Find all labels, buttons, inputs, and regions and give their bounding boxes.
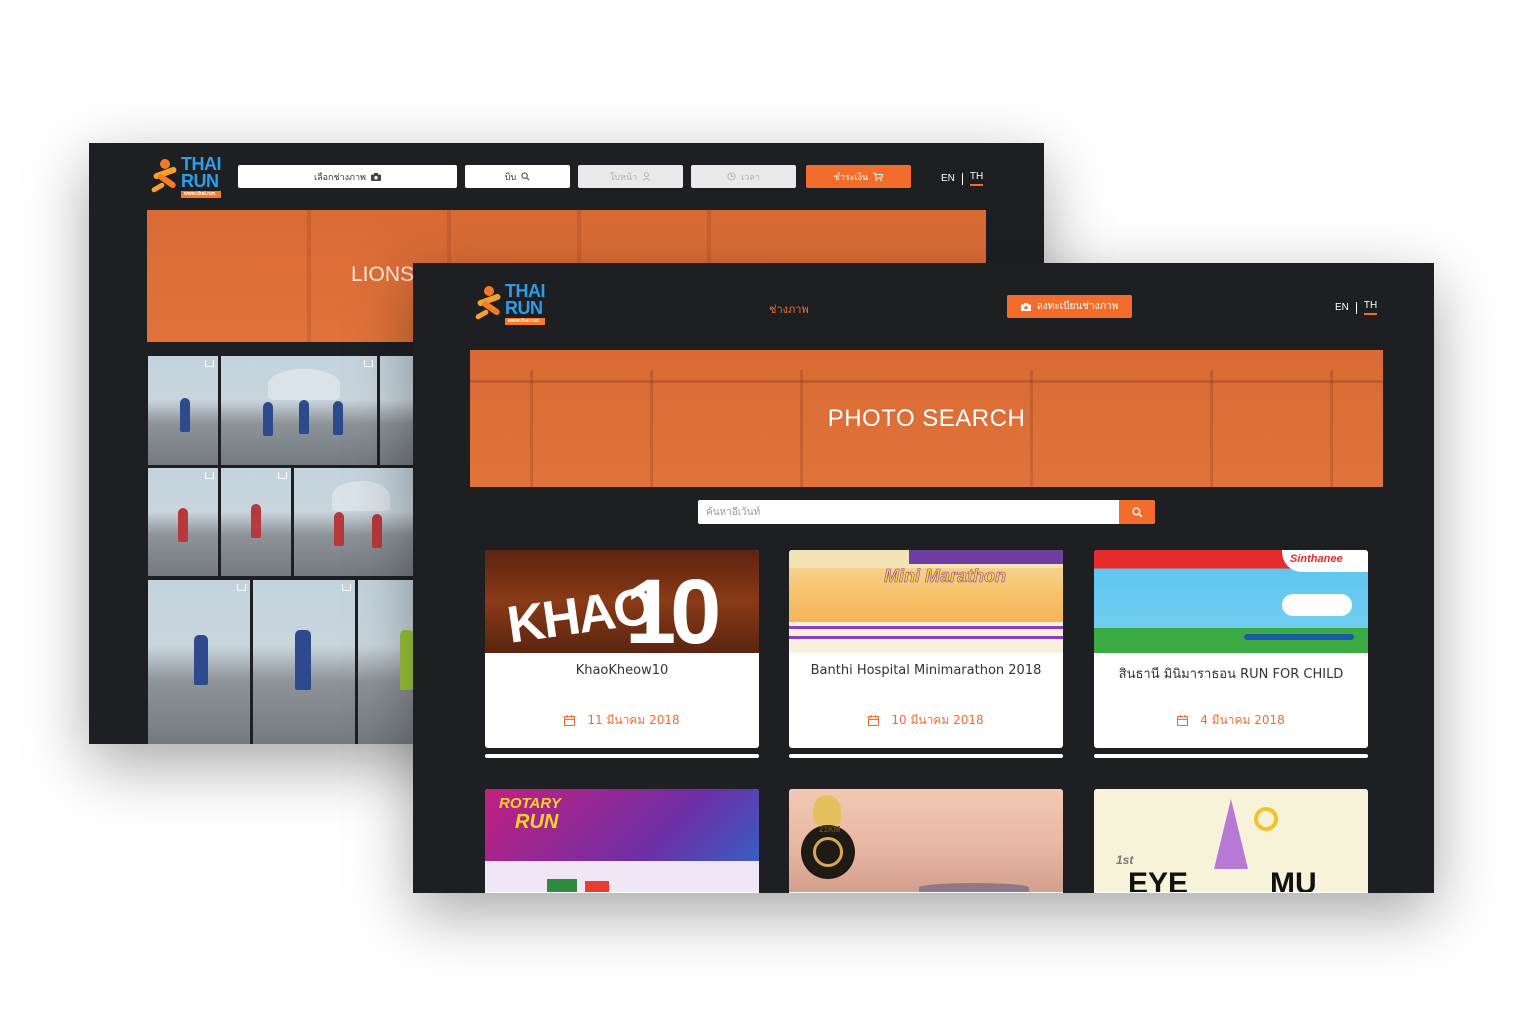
add-to-cart-icon[interactable] — [205, 472, 214, 479]
user-icon — [642, 172, 651, 181]
calendar-icon — [1177, 715, 1189, 726]
add-to-cart-icon[interactable] — [205, 360, 214, 367]
lang-en[interactable]: EN — [1335, 302, 1349, 313]
lang-th[interactable]: TH — [969, 171, 984, 186]
add-to-cart-icon[interactable] — [278, 472, 287, 479]
thairun-logo[interactable]: THAI RUN www.thai.run — [474, 282, 546, 325]
camera-icon — [370, 172, 381, 181]
search-button[interactable] — [1119, 500, 1155, 524]
search-icon — [521, 172, 530, 181]
face-search-field[interactable]: ใบหน้า — [578, 165, 683, 188]
bib-search-field[interactable]: บิบ — [465, 165, 570, 188]
lang-divider — [1355, 301, 1357, 314]
race-photo[interactable] — [358, 580, 420, 744]
calendar-icon — [564, 715, 576, 726]
race-photo[interactable] — [221, 468, 291, 576]
runner-logo-icon — [474, 285, 505, 322]
checkout-button[interactable]: ชำระเงิน — [806, 165, 911, 188]
front-window-screenshot: THAI RUN www.thai.run ช่างภาพ ลงทะเบียนช… — [413, 263, 1434, 893]
checkout-label: ชำระเงิน — [833, 172, 869, 183]
race-photo[interactable] — [294, 468, 420, 576]
event-thumbnail: Mini Marathon — [789, 550, 1063, 653]
event-card[interactable]: 21KM — [789, 789, 1063, 893]
event-thumbnail: 1st EYE MU — [1094, 789, 1368, 892]
event-thumbnail: Sinthanee — [1094, 550, 1368, 653]
card-divider — [485, 754, 759, 758]
lang-divider — [961, 172, 963, 185]
register-photographer-button[interactable]: ลงทะเบียนช่างภาพ — [1007, 295, 1132, 318]
event-card[interactable]: 1st EYE MU — [1094, 789, 1368, 893]
event-thumbnail: ROTARY RUN — [485, 789, 759, 892]
add-to-cart-icon[interactable] — [364, 360, 373, 367]
event-date-text: 4 มีนาคม 2018 — [1200, 713, 1285, 727]
search-icon — [1131, 506, 1142, 517]
race-photo[interactable] — [148, 356, 218, 465]
card-divider — [1094, 754, 1368, 758]
calendar-icon — [868, 715, 880, 726]
register-button-label: ลงทะเบียนช่างภาพ — [1036, 301, 1119, 312]
event-search-input[interactable] — [698, 500, 1119, 524]
logo-tagline: www.thai.run — [505, 318, 545, 325]
event-name: Banthi Hospital Minimarathon 2018 — [810, 663, 1042, 678]
event-date: 10 มีนาคม 2018 — [789, 711, 1063, 730]
camera-icon — [1020, 302, 1031, 311]
photographer-select-label: เลือกช่างภาพ — [314, 172, 366, 183]
event-card[interactable]: Sinthanee สินธานี มินิมาราธอน RUN FOR CH… — [1094, 550, 1368, 748]
banner-title: LIONS — [351, 263, 415, 286]
event-thumbnail: KHAO 10 — [485, 550, 759, 653]
race-photo[interactable] — [148, 468, 218, 576]
add-to-cart-icon[interactable] — [237, 584, 246, 591]
event-search-bar — [698, 500, 1155, 524]
event-card[interactable]: ROTARY RUN — [485, 789, 759, 893]
event-date: 11 มีนาคม 2018 — [485, 711, 759, 730]
event-date: 4 มีนาคม 2018 — [1094, 711, 1368, 730]
logo-text-run: RUN — [505, 298, 543, 319]
lang-en[interactable]: EN — [941, 173, 955, 184]
event-date-text: 10 มีนาคม 2018 — [891, 713, 984, 727]
language-switcher: EN TH — [941, 171, 984, 186]
add-to-cart-icon[interactable] — [342, 584, 351, 591]
event-card[interactable]: KHAO 10 KhaoKheow10 11 มีนาคม 2018 — [485, 550, 759, 748]
event-name: KhaoKheow10 — [575, 663, 669, 678]
logo-text-run: RUN — [181, 171, 219, 192]
banner-title: PHOTO SEARCH — [827, 405, 1026, 432]
time-label: เวลา — [741, 172, 760, 183]
thairun-logo[interactable]: THAI RUN www.thai.run — [150, 155, 222, 198]
language-switcher: EN TH — [1335, 300, 1378, 315]
runner-logo-icon — [150, 158, 181, 195]
nav-photographer-link[interactable]: ช่างภาพ — [769, 300, 809, 318]
race-photo[interactable] — [148, 580, 250, 744]
clock-icon — [727, 172, 736, 181]
bib-label: บิบ — [504, 172, 517, 183]
card-divider — [789, 754, 1063, 758]
time-search-field[interactable]: เวลา — [691, 165, 796, 188]
cart-icon — [873, 172, 884, 181]
logo-tagline: www.thai.run — [181, 191, 221, 198]
event-date-text: 11 มีนาคม 2018 — [587, 713, 680, 727]
event-card[interactable]: Mini Marathon Banthi Hospital Minimarath… — [789, 550, 1063, 748]
event-thumbnail: 21KM — [789, 789, 1063, 892]
face-label: ใบหน้า — [609, 172, 638, 183]
photographer-select[interactable]: เลือกช่างภาพ — [238, 165, 457, 188]
photo-search-banner: PHOTO SEARCH — [470, 350, 1383, 487]
lang-th[interactable]: TH — [1363, 300, 1378, 315]
race-photo[interactable] — [221, 356, 377, 465]
race-photo[interactable] — [253, 580, 355, 744]
event-name: สินธานี มินิมาราธอน RUN FOR CHILD — [1118, 667, 1344, 682]
